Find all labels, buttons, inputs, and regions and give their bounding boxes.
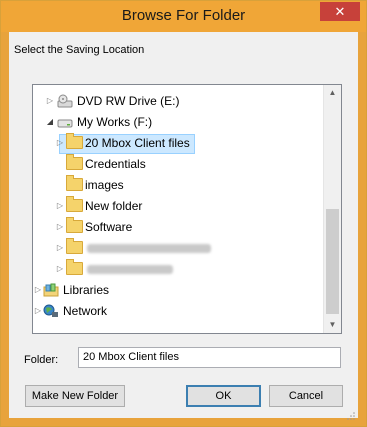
tree-item-credentials[interactable]: Credentials bbox=[33, 154, 323, 174]
vertical-scrollbar[interactable]: ▲ ▼ bbox=[323, 85, 341, 333]
tree-item-label: My Works (F:) bbox=[77, 115, 153, 129]
folder-icon bbox=[66, 154, 83, 170]
tree-item-software[interactable]: ▷ Software bbox=[33, 217, 323, 237]
dialog-title: Browse For Folder bbox=[121, 7, 246, 24]
scroll-down-icon[interactable]: ▼ bbox=[324, 317, 341, 333]
tree-item-label: New folder bbox=[85, 199, 143, 213]
blurred-label bbox=[87, 265, 173, 274]
scrollbar-thumb[interactable] bbox=[326, 209, 339, 314]
ok-button[interactable]: OK bbox=[186, 385, 261, 407]
libraries-icon bbox=[43, 282, 59, 298]
tree-item-label: DVD RW Drive (E:) bbox=[77, 94, 180, 108]
ok-label: OK bbox=[215, 390, 232, 402]
close-button[interactable]: ✕ bbox=[320, 2, 360, 21]
close-icon: ✕ bbox=[334, 4, 346, 19]
expand-arrow-icon[interactable]: ▷ bbox=[45, 91, 55, 111]
folder-icon bbox=[66, 217, 83, 233]
expand-arrow-icon[interactable]: ▷ bbox=[55, 196, 65, 216]
folder-tree[interactable]: ▷ DVD RW Drive (E:) ◢ My Works (F:) ▷ 20… bbox=[32, 84, 342, 334]
tree-item-label: 20 Mbox Client files bbox=[85, 136, 190, 150]
folder-icon bbox=[66, 175, 83, 191]
make-new-folder-button[interactable]: Make New Folder bbox=[25, 385, 125, 407]
folder-icon bbox=[66, 238, 83, 254]
instruction-text: Select the Saving Location bbox=[14, 44, 145, 56]
tree-item-libraries[interactable]: ▷ Libraries bbox=[33, 280, 323, 300]
tree-item-redacted[interactable]: ▷ bbox=[33, 238, 323, 258]
network-icon bbox=[43, 303, 59, 319]
tree-item-label: Network bbox=[63, 304, 108, 318]
tree-item-label: Software bbox=[85, 220, 133, 234]
cancel-button[interactable]: Cancel bbox=[269, 385, 343, 407]
folder-icon bbox=[66, 133, 83, 149]
folder-name-input[interactable]: 20 Mbox Client files bbox=[78, 347, 341, 368]
tree-item-label: Libraries bbox=[63, 283, 110, 297]
tree-item-label: Credentials bbox=[85, 157, 146, 171]
tree-item-label: images bbox=[85, 178, 124, 192]
folder-icon bbox=[66, 196, 83, 212]
collapse-arrow-icon[interactable]: ◢ bbox=[45, 112, 55, 132]
hard-drive-icon bbox=[57, 114, 73, 130]
title-bar[interactable]: Browse For Folder ✕ bbox=[1, 1, 366, 32]
expand-arrow-icon[interactable]: ▷ bbox=[55, 259, 65, 279]
tree-item-dvd-drive[interactable]: ▷ DVD RW Drive (E:) bbox=[33, 91, 323, 111]
tree-item-my-works[interactable]: ◢ My Works (F:) bbox=[33, 112, 323, 132]
tree-item-redacted[interactable]: ▷ bbox=[33, 259, 323, 279]
blurred-label bbox=[87, 244, 211, 253]
expand-arrow-icon[interactable]: ▷ bbox=[55, 133, 65, 153]
expand-arrow-icon[interactable]: ▷ bbox=[55, 217, 65, 237]
tree-item-20-mbox-client-files[interactable]: ▷ 20 Mbox Client files bbox=[33, 133, 323, 154]
tree-item-images[interactable]: images bbox=[33, 175, 323, 195]
make-new-folder-label: Make New Folder bbox=[31, 390, 119, 402]
folder-field-label: Folder: bbox=[24, 354, 59, 366]
tree-item-new-folder[interactable]: ▷ New folder bbox=[33, 196, 323, 216]
expand-arrow-icon[interactable]: ▷ bbox=[33, 301, 43, 321]
cancel-label: Cancel bbox=[288, 390, 324, 402]
tree-item-network[interactable]: ▷ Network bbox=[33, 301, 323, 321]
folder-icon bbox=[66, 259, 83, 275]
resize-grip-icon[interactable] bbox=[347, 409, 355, 420]
dvd-drive-icon bbox=[57, 93, 73, 109]
scroll-up-icon[interactable]: ▲ bbox=[324, 85, 341, 101]
expand-arrow-icon[interactable]: ▷ bbox=[55, 238, 65, 258]
expand-arrow-icon[interactable]: ▷ bbox=[33, 280, 43, 300]
